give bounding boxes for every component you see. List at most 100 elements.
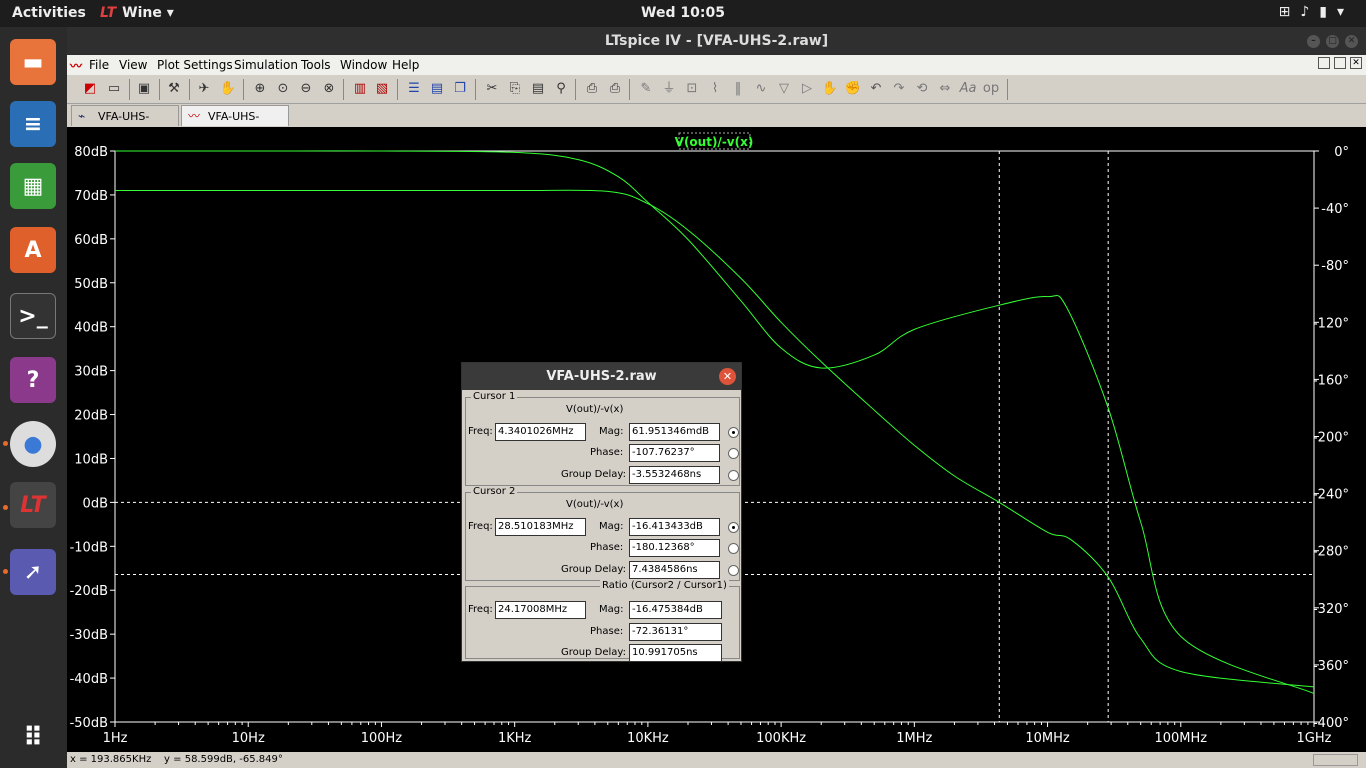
y-right-tick-label: -120° [1313, 316, 1349, 331]
print-icon[interactable]: ⎙ [606, 80, 624, 98]
trace-label-text[interactable]: V(out)/-v(x) [675, 135, 754, 149]
cursor1-mag-field[interactable]: 61.951346mdB [629, 423, 720, 441]
software-center-icon[interactable]: A [10, 227, 56, 273]
mirror-icon[interactable]: ⇔ [936, 80, 954, 98]
writer-icon[interactable]: ≡ [10, 101, 56, 147]
rotate-icon[interactable]: ⟲ [913, 80, 931, 98]
cursor2-gd-radio[interactable] [728, 565, 739, 576]
cursor2-freq-field[interactable]: 28.510183MHz [495, 518, 586, 536]
tab-schematic[interactable]: ⌁ VFA-UHS-2.asc [71, 105, 179, 144]
save-icon[interactable]: ▣ [135, 80, 153, 98]
label-icon[interactable]: ⊡ [683, 80, 701, 98]
cascade-icon[interactable]: ❐ [451, 80, 469, 98]
cursor2-phase-radio[interactable] [728, 543, 739, 554]
ratio-label: Ratio (Cursor2 / Cursor1) [600, 580, 729, 591]
copy-icon[interactable]: ⎘ [506, 80, 524, 98]
menu-plot-settings[interactable]: Plot Settings [157, 58, 233, 72]
cursor2-gd-field[interactable]: 7.4384586ns [629, 561, 720, 579]
cursor1-freq-field[interactable]: 4.3401026MHz [495, 423, 586, 441]
dialog-title-bar[interactable]: VFA-UHS-2.raw ✕ [462, 363, 741, 390]
files-icon[interactable]: ▬ [10, 39, 56, 85]
menu-simulation[interactable]: Simulation [234, 58, 298, 72]
spice-directive-icon[interactable]: op [982, 80, 1000, 98]
ground-icon[interactable]: ⏚ [660, 80, 678, 98]
tile-vertical-icon[interactable]: ▤ [428, 80, 446, 98]
cursor2-phase-field[interactable]: -180.12368° [629, 539, 720, 557]
maximize-button[interactable]: □ [1326, 35, 1339, 48]
capacitor-icon[interactable]: ‖ [729, 80, 747, 98]
dock: ▬ ≡ ▦ A >_ ? ● LT ➚ ⠿ [0, 27, 67, 768]
move-icon[interactable]: ✋ [821, 80, 839, 98]
tile-horizontal-icon[interactable]: ☰ [405, 80, 423, 98]
ratio-freq-field[interactable]: 24.17008MHz [495, 601, 586, 619]
mdi-minimize-button[interactable] [1318, 57, 1330, 69]
control-panel-icon[interactable]: ⚒ [165, 80, 183, 98]
ratio-mag-label: Mag: [599, 604, 624, 615]
menu-tools[interactable]: Tools [301, 58, 331, 72]
waveform-icon: 〰 [188, 109, 201, 123]
open-icon[interactable]: ▭ [105, 80, 123, 98]
trace-label[interactable]: V(out)/-v(x) [675, 132, 754, 150]
new-schematic-icon[interactable]: ◩ [81, 80, 99, 98]
system-tray[interactable]: ⊞♪▮▾ [1279, 4, 1354, 20]
mdi-close-button[interactable]: ✕ [1350, 57, 1362, 69]
cursor2-mag-radio[interactable] [728, 522, 739, 533]
app-menu[interactable]: LT Wine ▾ [100, 5, 174, 21]
dialog-close-button[interactable]: ✕ [719, 368, 736, 385]
toolbar-separator [1007, 79, 1008, 100]
resistor-icon[interactable]: ⌇ [706, 80, 724, 98]
clock[interactable]: Wed 10:05 [0, 5, 1366, 21]
find-icon[interactable]: ⚲ [552, 80, 570, 98]
mdi-restore-button[interactable] [1334, 57, 1346, 69]
undo-icon[interactable]: ↶ [867, 80, 885, 98]
screenshot-icon[interactable]: ➚ [10, 549, 56, 595]
menu-view[interactable]: View [119, 58, 147, 72]
terminal-icon[interactable]: >_ [10, 293, 56, 339]
running-indicator [3, 505, 8, 510]
cursor2-mag-field[interactable]: -16.413433dB [629, 518, 720, 536]
menu-help[interactable]: Help [392, 58, 419, 72]
text-icon[interactable]: Aa [959, 80, 977, 98]
ltspice-icon[interactable]: LT [10, 482, 56, 528]
wire-icon[interactable]: ✎ [637, 80, 655, 98]
cursor1-mag-radio[interactable] [728, 427, 739, 438]
menu-file[interactable]: File [89, 58, 109, 72]
tab-waveform[interactable]: 〰 VFA-UHS-2.raw [181, 105, 289, 144]
calc-icon[interactable]: ▦ [10, 163, 56, 209]
cursor1-phase-field[interactable]: -107.76237° [629, 444, 720, 462]
mark-icon[interactable]: ▧ [373, 80, 391, 98]
y-left-tick-label: -40dB [70, 672, 108, 687]
cursor1-phase-radio[interactable] [728, 448, 739, 459]
zoom-fit-icon[interactable]: ⊗ [320, 80, 338, 98]
close-button[interactable]: ✕ [1345, 35, 1358, 48]
unknown-app-icon[interactable]: ? [10, 357, 56, 403]
chrome-icon[interactable]: ● [10, 421, 56, 467]
cursor1-gd-radio[interactable] [728, 470, 739, 481]
minimize-button[interactable]: – [1307, 35, 1320, 48]
menu-window[interactable]: Window [340, 58, 387, 72]
print-setup-icon[interactable]: ⎙ [583, 80, 601, 98]
cut-icon[interactable]: ✂ [483, 80, 501, 98]
x-axis-ticks: 1Hz 10Hz 100Hz 1KHz 10KHz 100KHz 1MHz 10MHz 100M… [103, 722, 1332, 746]
app-grid-icon[interactable]: ⠿ [10, 715, 56, 761]
halt-icon[interactable]: ✋ [219, 80, 237, 98]
run-icon[interactable]: ✈ [195, 80, 213, 98]
ratio-gd-field[interactable]: 10.991705ns [629, 644, 722, 662]
component-icon[interactable]: ▷ [798, 80, 816, 98]
ratio-phase-field[interactable]: -72.36131° [629, 623, 722, 641]
window-title-bar: LTspice IV - [VFA-UHS-2.raw] – □ ✕ [67, 27, 1366, 55]
drag-icon[interactable]: ✊ [844, 80, 862, 98]
zoom-out-icon[interactable]: ⊖ [297, 80, 315, 98]
cursor1-gd-field[interactable]: -3.5532468ns [629, 466, 720, 484]
diode-icon[interactable]: ▽ [775, 80, 793, 98]
left-axis-ticks: 80dB 70dB 60dB 50dB 40dB 30dB 20dB 10dB 0dB -10dB… [70, 145, 115, 731]
paste-icon[interactable]: ▤ [529, 80, 547, 98]
pan-icon[interactable]: ⊙ [274, 80, 292, 98]
document-tabs: ⌁ VFA-UHS-2.asc 〰 VFA-UHS-2.raw [67, 104, 1366, 144]
activities-button[interactable]: Activities [12, 5, 86, 21]
zoom-in-icon[interactable]: ⊕ [251, 80, 269, 98]
redo-icon[interactable]: ↷ [890, 80, 908, 98]
autorange-icon[interactable]: ▥ [351, 80, 369, 98]
inductor-icon[interactable]: ∿ [752, 80, 770, 98]
ratio-mag-field[interactable]: -16.475384dB [629, 601, 722, 619]
